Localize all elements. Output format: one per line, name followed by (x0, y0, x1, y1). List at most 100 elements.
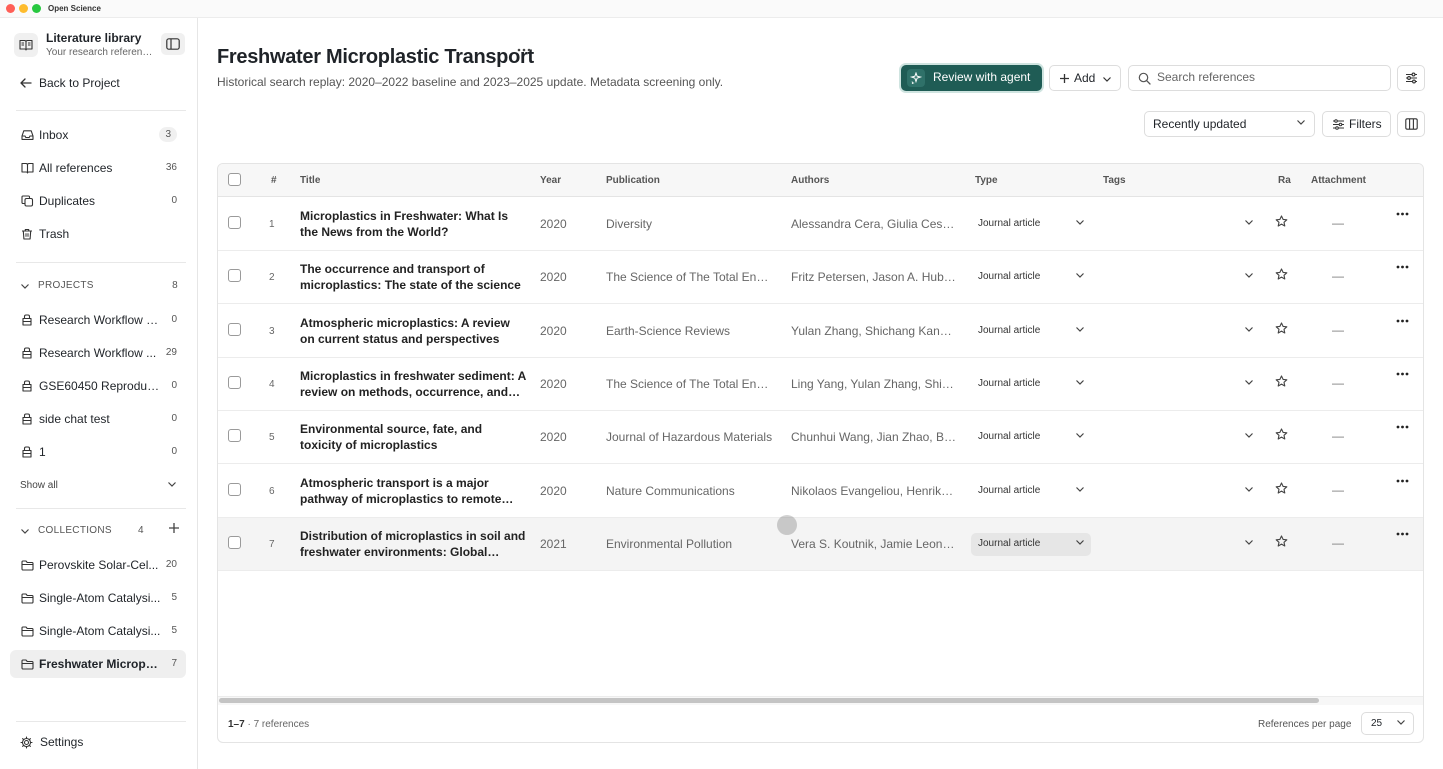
rating-star-button[interactable] (1275, 322, 1288, 335)
table-row[interactable]: 4 Microplastics in freshwater sediment: A… (218, 358, 1423, 411)
type-select[interactable]: Journal article (971, 480, 1091, 503)
row-checkbox[interactable] (228, 216, 241, 229)
row-more-button[interactable] (1396, 212, 1409, 216)
toggle-sidebar-button[interactable] (161, 33, 185, 55)
reference-title[interactable]: Atmospheric microplastics: A review on c… (300, 315, 526, 349)
columns-button[interactable] (1397, 111, 1425, 137)
collection-item-active[interactable]: Freshwater Micropla... 7 (10, 650, 186, 678)
tags-dropdown-button[interactable] (1244, 325, 1254, 333)
row-number: 7 (269, 538, 275, 550)
tags-dropdown-button[interactable] (1244, 485, 1254, 493)
tags-dropdown-button[interactable] (1244, 218, 1254, 226)
reference-title[interactable]: Environmental source, fate, and toxicity… (300, 421, 526, 455)
type-select[interactable]: Journal article (971, 320, 1091, 343)
table-row[interactable]: 7 Distribution of microplastics in soil a… (218, 517, 1423, 571)
add-button[interactable]: Add (1049, 65, 1121, 91)
filters-button[interactable]: Filters (1322, 111, 1391, 137)
projects-section-header[interactable]: PROJECTS 8 (20, 280, 178, 291)
zoom-window-button[interactable] (32, 4, 41, 13)
rating-star-button[interactable] (1275, 375, 1288, 388)
review-with-agent-button[interactable]: Review with agent (901, 65, 1042, 91)
tags-dropdown-button[interactable] (1244, 271, 1254, 279)
reference-title[interactable]: Distribution of microplastics in soil an… (300, 528, 526, 562)
close-window-button[interactable] (6, 4, 15, 13)
column-header-authors[interactable]: Authors (791, 175, 829, 186)
type-select[interactable]: Journal article (971, 213, 1091, 236)
column-header-number[interactable]: # (271, 175, 277, 186)
rating-star-button[interactable] (1275, 481, 1288, 495)
project-item[interactable]: side chat test 0 (10, 405, 186, 433)
tags-dropdown-button[interactable] (1244, 538, 1254, 546)
table-row[interactable]: 1 Microplastics in Freshwater: What Is th… (218, 198, 1423, 251)
type-select[interactable]: Journal article (971, 532, 1091, 556)
row-checkbox[interactable] (228, 322, 241, 336)
settings-link[interactable]: Settings (20, 735, 83, 749)
nav-inbox[interactable]: Inbox 3 (10, 121, 186, 149)
project-item[interactable]: Research Workflow ... 29 (10, 339, 186, 367)
add-collection-button[interactable] (168, 522, 180, 534)
row-more-button[interactable] (1396, 319, 1409, 323)
column-header-tags[interactable]: Tags (1103, 175, 1126, 186)
column-header-type[interactable]: Type (975, 175, 998, 186)
column-header-title[interactable]: Title (300, 175, 320, 186)
more-horizontal-icon (1396, 212, 1409, 216)
column-header-publication[interactable]: Publication (606, 175, 660, 186)
table-row[interactable]: 2 The occurrence and transport of micropl… (218, 251, 1423, 305)
row-checkbox[interactable] (228, 269, 241, 283)
view-settings-button[interactable] (1397, 65, 1425, 91)
row-checkbox[interactable] (228, 482, 241, 496)
sliders-icon (1405, 72, 1417, 84)
back-to-project-link[interactable]: Back to Project (20, 76, 120, 90)
nav-duplicates[interactable]: Duplicates 0 (10, 187, 186, 215)
rating-star-button[interactable] (1275, 535, 1288, 548)
divider (16, 721, 186, 722)
collection-item[interactable]: Single-Atom Catalysi... 5 (10, 617, 186, 645)
column-header-year[interactable]: Year (540, 175, 561, 186)
type-select[interactable]: Journal article (971, 373, 1091, 396)
row-checkbox[interactable] (228, 375, 241, 389)
rating-star-button[interactable] (1275, 268, 1288, 281)
row-more-button[interactable] (1396, 425, 1409, 429)
title-more-button[interactable] (517, 48, 531, 52)
type-select[interactable]: Journal article (971, 426, 1091, 449)
reference-title[interactable]: Microplastics in Freshwater: What Is the… (300, 208, 526, 242)
rating-star-button[interactable] (1275, 428, 1288, 441)
row-more-button[interactable] (1396, 532, 1409, 536)
reference-title[interactable]: Atmospheric transport is a major pathway… (300, 475, 526, 509)
sort-select[interactable]: Recently updated (1144, 111, 1315, 137)
rating-star-button[interactable] (1275, 215, 1288, 228)
table-row[interactable]: 5 Environmental source, fate, and toxicit… (218, 411, 1423, 465)
row-checkbox[interactable] (228, 429, 241, 443)
search-box[interactable] (1128, 65, 1391, 91)
reference-title[interactable]: The occurrence and transport of micropla… (300, 261, 526, 295)
more-horizontal-icon (1396, 319, 1409, 322)
row-checkbox[interactable] (228, 535, 241, 549)
column-header-attachment[interactable]: Attachment (1311, 175, 1366, 186)
tags-dropdown-button[interactable] (1244, 378, 1254, 386)
row-more-button[interactable] (1396, 372, 1409, 376)
project-item[interactable]: GSE60450 Reproduci... 0 (10, 372, 186, 400)
show-all-projects-button[interactable]: Show all (20, 480, 180, 491)
nav-trash[interactable]: Trash (10, 220, 186, 248)
project-item[interactable]: Research Workflow E... 0 (10, 306, 186, 334)
collection-item[interactable]: Single-Atom Catalysi... 5 (10, 584, 186, 612)
divider (16, 262, 186, 263)
select-all-checkbox[interactable] (228, 173, 241, 186)
row-more-button[interactable] (1396, 479, 1409, 483)
column-header-rating[interactable]: Ra (1278, 175, 1292, 186)
minimize-window-button[interactable] (19, 4, 28, 13)
row-more-button[interactable] (1396, 265, 1409, 269)
collection-label: Perovskite Solar-Cel... (39, 558, 159, 572)
table-row[interactable]: 3 Atmospheric microplastics: A review on … (218, 305, 1423, 358)
project-item[interactable]: 1 0 (10, 438, 186, 466)
per-page-select[interactable]: 25 (1361, 712, 1414, 735)
nav-all-references[interactable]: All references 36 (10, 154, 186, 182)
collection-item[interactable]: Perovskite Solar-Cel... 20 (10, 551, 186, 579)
tags-dropdown-button[interactable] (1244, 431, 1254, 439)
search-input[interactable] (1157, 70, 1382, 84)
reference-title[interactable]: Microplastics in freshwater sediment: A … (300, 368, 526, 402)
horizontal-scrollbar-thumb[interactable] (219, 698, 1319, 703)
table-row[interactable]: 6 Atmospheric transport is a major pathwa… (218, 465, 1423, 518)
collections-section-header[interactable]: COLLECTIONS 4 (20, 522, 180, 536)
type-select[interactable]: Journal article (971, 266, 1091, 289)
